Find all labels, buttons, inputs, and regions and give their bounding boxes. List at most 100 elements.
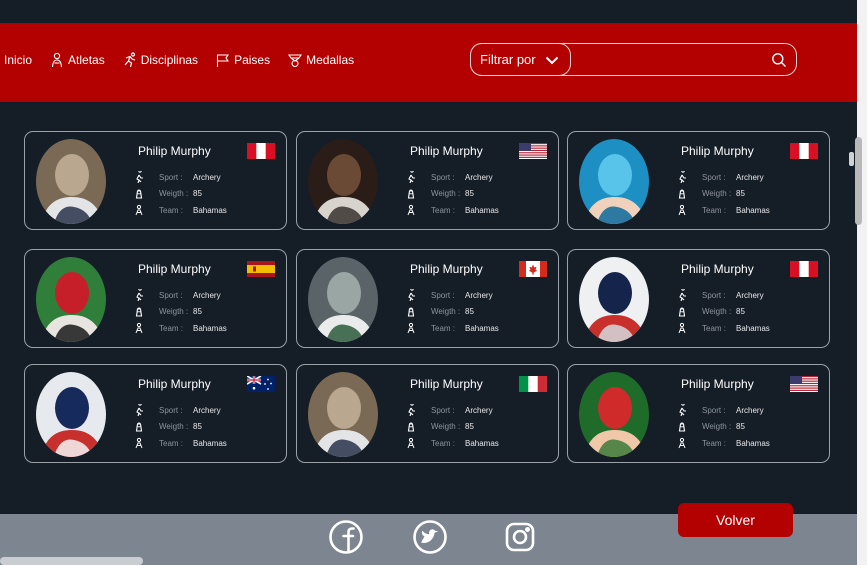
team-icon bbox=[407, 437, 415, 449]
instagram-icon[interactable] bbox=[502, 519, 538, 555]
stat-value: Bahamas bbox=[736, 324, 770, 333]
stat-value: 85 bbox=[193, 307, 202, 316]
weight-icon bbox=[678, 189, 686, 199]
country-flag bbox=[790, 261, 818, 277]
country-flag bbox=[247, 143, 275, 159]
sport-icon bbox=[679, 171, 686, 183]
vertical-scrollbar-thumb[interactable] bbox=[855, 137, 862, 225]
horizontal-scrollbar[interactable] bbox=[0, 557, 143, 565]
stat-team: Team : Bahamas bbox=[133, 437, 227, 449]
stat-sport: Sport : Archery bbox=[676, 404, 764, 416]
athlete-card[interactable]: Philip Murphy Sport : Archery Weigth : 8… bbox=[24, 249, 287, 348]
athlete-card[interactable]: Philip Murphy Sport : Archery Weigth : 8… bbox=[296, 364, 559, 463]
search-icon[interactable] bbox=[771, 52, 787, 68]
nav-paises[interactable]: Paises bbox=[215, 52, 270, 68]
main-nav: Inicio Atletas Disciplinas Paises Medall… bbox=[4, 52, 371, 68]
country-flag bbox=[790, 143, 818, 159]
weight-icon bbox=[678, 422, 686, 432]
nav-inicio[interactable]: Inicio bbox=[4, 53, 32, 67]
search-input[interactable] bbox=[575, 50, 765, 70]
stat-team: Team : Bahamas bbox=[676, 437, 770, 449]
athlete-photo bbox=[36, 372, 106, 457]
stat-value: 85 bbox=[193, 189, 202, 198]
athlete-name: Philip Murphy bbox=[681, 377, 754, 391]
stat-sport: Sport : Archery bbox=[133, 404, 221, 416]
athlete-name: Philip Murphy bbox=[410, 262, 483, 276]
athlete-photo bbox=[36, 139, 106, 224]
stat-value: Archery bbox=[193, 173, 221, 182]
facebook-icon[interactable] bbox=[328, 519, 364, 555]
weight-icon bbox=[407, 422, 415, 432]
stat-sport: Sport : Archery bbox=[676, 171, 764, 183]
stat-weight: Weigth : 85 bbox=[405, 307, 474, 317]
scroll-indicator bbox=[849, 152, 854, 166]
nav-atletas[interactable]: Atletas bbox=[49, 52, 105, 68]
athlete-card[interactable]: Philip Murphy Sport : Archery Weigth : 8… bbox=[567, 364, 830, 463]
stat-team: Team : Bahamas bbox=[405, 322, 499, 334]
stat-weight: Weigth : 85 bbox=[676, 189, 745, 199]
stat-value: Archery bbox=[193, 291, 221, 300]
athlete-card[interactable]: Philip Murphy Sport : Archery Weigth : 8… bbox=[296, 131, 559, 230]
athlete-name: Philip Murphy bbox=[410, 144, 483, 158]
stat-value: 85 bbox=[465, 307, 474, 316]
nav-medallas[interactable]: Medallas bbox=[287, 52, 354, 68]
stat-value: 85 bbox=[465, 422, 474, 431]
sport-icon bbox=[408, 404, 415, 416]
filter-dropdown-label: Filtrar por bbox=[480, 52, 536, 67]
runner-icon bbox=[124, 52, 135, 68]
athlete-card[interactable]: Philip Murphy Sport : Archery Weigth : 8… bbox=[567, 249, 830, 348]
navbar: Inicio Atletas Disciplinas Paises Medall… bbox=[0, 23, 867, 102]
flag-icon bbox=[217, 54, 230, 67]
athlete-card[interactable]: Philip Murphy Sport : Archery Weigth : 8… bbox=[567, 131, 830, 230]
country-flag bbox=[247, 376, 275, 392]
stat-team: Team : Bahamas bbox=[405, 437, 499, 449]
stat-weight: Weigth : 85 bbox=[676, 307, 745, 317]
team-icon bbox=[135, 204, 143, 216]
nav-label-inicio: Inicio bbox=[4, 53, 33, 67]
country-flag bbox=[519, 261, 547, 277]
team-icon bbox=[135, 322, 143, 334]
team-icon bbox=[678, 437, 686, 449]
vertical-scrollbar-track[interactable] bbox=[857, 0, 867, 565]
weight-icon bbox=[135, 307, 143, 317]
stat-weight: Weigth : 85 bbox=[405, 422, 474, 432]
stat-value: 85 bbox=[736, 189, 745, 198]
athlete-card[interactable]: Philip Murphy Sport : Archery Weigth : 8… bbox=[24, 364, 287, 463]
athlete-photo bbox=[308, 257, 378, 342]
stat-value: 85 bbox=[736, 422, 745, 431]
stat-value: Archery bbox=[465, 406, 493, 415]
stat-weight: Weigth : 85 bbox=[133, 307, 202, 317]
athlete-card[interactable]: Philip Murphy Sport : Archery Weigth : 8… bbox=[296, 249, 559, 348]
sport-icon bbox=[679, 404, 686, 416]
athlete-name: Philip Murphy bbox=[681, 144, 754, 158]
stat-value: Archery bbox=[465, 173, 493, 182]
stat-team: Team : Bahamas bbox=[405, 204, 499, 216]
country-flag bbox=[790, 376, 818, 392]
nav-label-medallas: Medallas bbox=[306, 53, 355, 67]
nav-disciplinas[interactable]: Disciplinas bbox=[122, 52, 198, 68]
stat-team: Team : Bahamas bbox=[133, 322, 227, 334]
filter-dropdown[interactable]: Filtrar por bbox=[470, 43, 571, 76]
stat-sport: Sport : Archery bbox=[405, 404, 493, 416]
stat-team: Team : Bahamas bbox=[133, 204, 227, 216]
team-icon bbox=[678, 204, 686, 216]
weight-icon bbox=[407, 307, 415, 317]
sport-icon bbox=[408, 171, 415, 183]
stat-value: Bahamas bbox=[193, 206, 227, 215]
stat-sport: Sport : Archery bbox=[676, 289, 764, 301]
twitter-icon[interactable] bbox=[412, 519, 448, 555]
stat-value: 85 bbox=[736, 307, 745, 316]
athlete-photo bbox=[308, 372, 378, 457]
country-flag bbox=[247, 261, 275, 277]
stat-sport: Sport : Archery bbox=[405, 289, 493, 301]
athlete-name: Philip Murphy bbox=[138, 262, 211, 276]
volver-button[interactable]: Volver bbox=[678, 503, 793, 537]
stat-team: Team : Bahamas bbox=[676, 204, 770, 216]
athlete-photo bbox=[579, 139, 649, 224]
athlete-photo bbox=[308, 139, 378, 224]
weight-icon bbox=[135, 189, 143, 199]
athlete-card[interactable]: Philip Murphy Sport : Archery Weigth : 8… bbox=[24, 131, 287, 230]
stat-value: 85 bbox=[193, 422, 202, 431]
stat-value: Bahamas bbox=[465, 439, 499, 448]
stat-weight: Weigth : 85 bbox=[133, 422, 202, 432]
